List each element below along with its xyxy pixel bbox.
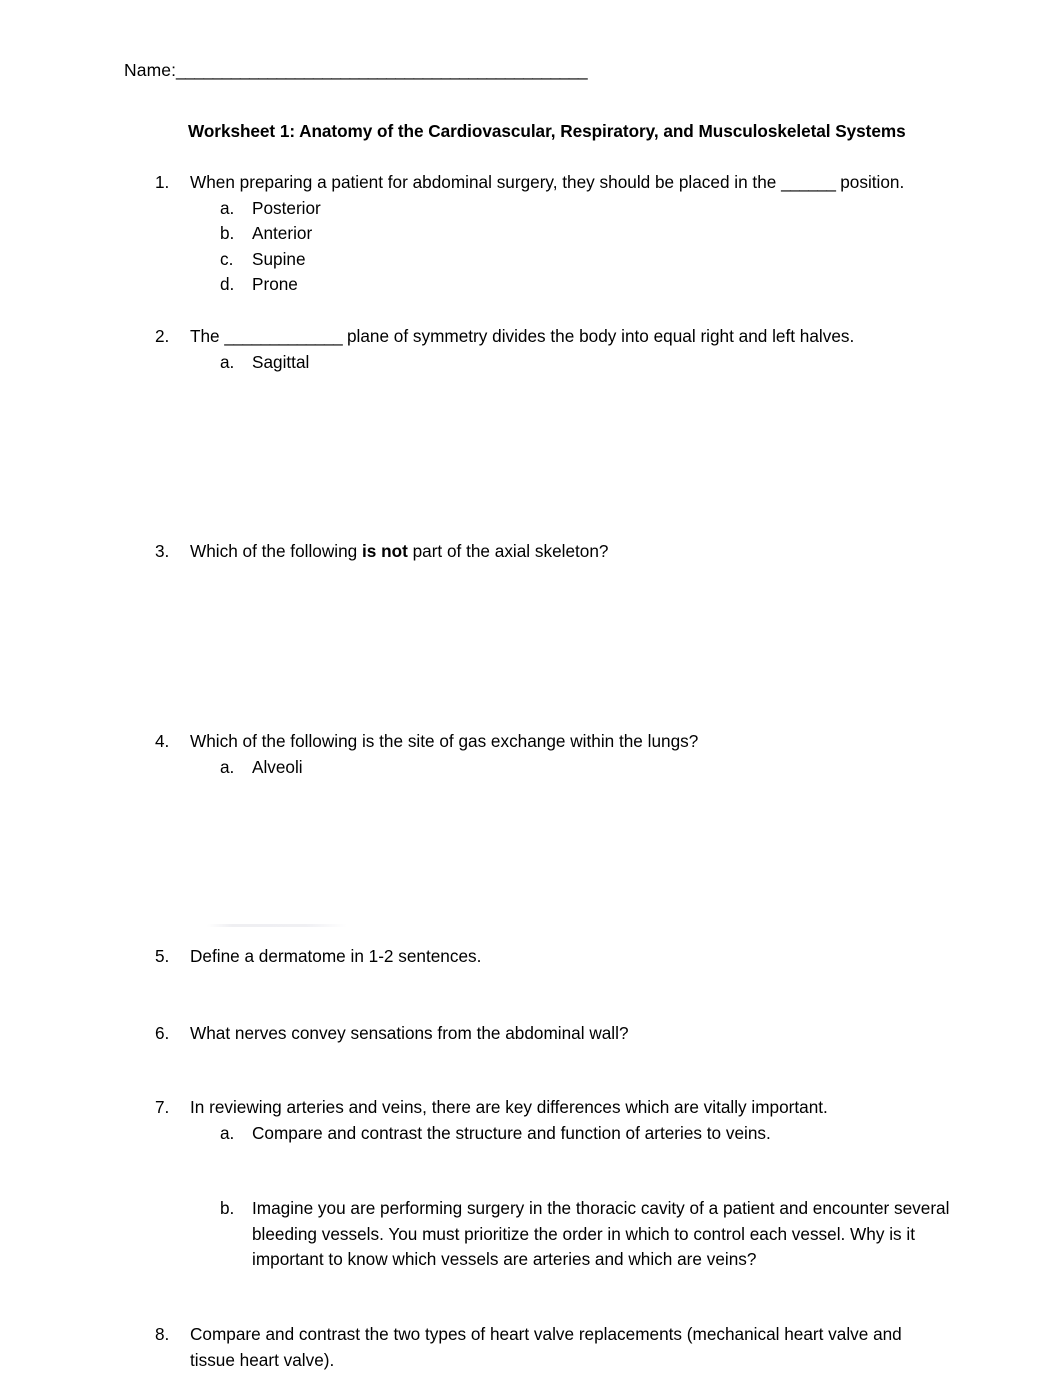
option-item: c. Supine — [155, 247, 945, 273]
option-label: Sagittal — [252, 351, 310, 372]
question-6: 6. What nerves convey sensations from th… — [155, 1021, 945, 1047]
question-6-number: 6. — [155, 1023, 170, 1043]
question-1-number: 1. — [155, 172, 170, 192]
option-item: b. Imagine you are performing surgery in… — [155, 1196, 952, 1273]
question-4: 4. Which of the following is the site of… — [155, 729, 945, 780]
question-8-row: 8. Compare and contrast the two types of… — [155, 1322, 940, 1373]
question-8-text: Compare and contrast the two types of he… — [190, 1324, 902, 1370]
question-2-blank: _____________ — [224, 326, 343, 346]
question-1-text: When preparing a patient for abdominal s… — [190, 170, 945, 196]
option-label: Imagine you are performing surgery in th… — [252, 1198, 950, 1269]
option-label: Compare and contrast the structure and f… — [252, 1122, 771, 1143]
option-marker: a. — [220, 351, 235, 372]
option-label: Anterior — [252, 223, 313, 243]
option-marker: a. — [220, 197, 235, 218]
question-4-text: Which of the following is the site of ga… — [190, 731, 699, 751]
option-marker: c. — [220, 248, 234, 269]
question-3-text: Which of the following is not part of th… — [190, 539, 945, 565]
question-2: 2. The _____________ plane of symmetry d… — [155, 324, 945, 375]
question-4-options: a. Alveoli — [155, 755, 945, 781]
option-item: b. Anterior — [155, 221, 945, 247]
question-2-row: 2. The _____________ plane of symmetry d… — [155, 324, 945, 350]
name-field-line: Name:___________________________________… — [124, 58, 588, 82]
question-7-options: a. Compare and contrast the structure an… — [155, 1121, 949, 1273]
option-item: a. Alveoli — [155, 755, 945, 781]
question-5-number: 5. — [155, 946, 170, 966]
name-blank-underline: ________________________________________… — [176, 60, 588, 80]
question-3-row: 3. Which of the following is not part of… — [155, 539, 945, 565]
question-2-options: a. Sagittal — [155, 350, 945, 376]
question-1-row: 1. When preparing a patient for abdomina… — [155, 170, 945, 196]
question-3: 3. Which of the following is not part of… — [155, 539, 945, 565]
question-5-text: Define a dermatome in 1-2 sentences. — [190, 946, 482, 966]
option-marker: b. — [220, 1198, 235, 1218]
question-2-text: The _____________ plane of symmetry divi… — [190, 324, 945, 350]
question-1: 1. When preparing a patient for abdomina… — [155, 170, 945, 298]
option-label: Prone — [252, 274, 298, 294]
question-1-text-before: When preparing a patient for abdominal s… — [190, 172, 782, 192]
question-4-number: 4. — [155, 731, 170, 751]
worksheet-page: Name:___________________________________… — [0, 0, 1062, 1377]
question-1-text-after: position. — [835, 172, 905, 192]
question-2-text-before: The — [190, 326, 225, 346]
question-5: 5. Define a dermatome in 1-2 sentences. — [155, 944, 945, 970]
option-item: a. Sagittal — [155, 350, 945, 376]
option-label: Supine — [252, 248, 306, 269]
question-4-row: 4. Which of the following is the site of… — [155, 729, 945, 755]
option-marker: d. — [220, 274, 235, 294]
question-3-number: 3. — [155, 541, 170, 561]
question-5-row: 5. Define a dermatome in 1-2 sentences. — [155, 944, 945, 970]
question-6-text: What nerves convey sensations from the a… — [190, 1023, 629, 1043]
question-7-row: 7. In reviewing arteries and veins, ther… — [155, 1095, 945, 1121]
option-marker: a. — [220, 1122, 235, 1143]
question-3-emphasis: is not — [361, 541, 408, 561]
question-2-number: 2. — [155, 326, 170, 346]
name-label: Name: — [124, 60, 177, 80]
option-item: d. Prone — [155, 272, 945, 298]
question-7-text: In reviewing arteries and veins, there a… — [190, 1097, 828, 1117]
option-marker: b. — [220, 223, 235, 243]
question-1-blank: ______ — [781, 172, 836, 192]
option-item: a. Posterior — [155, 196, 945, 222]
option-label: Posterior — [252, 197, 321, 218]
question-6-row: 6. What nerves convey sensations from th… — [155, 1021, 945, 1047]
question-3-text-part2: part of the axial skeleton? — [407, 541, 609, 561]
question-7: 7. In reviewing arteries and veins, ther… — [155, 1095, 949, 1273]
question-7-number: 7. — [155, 1097, 170, 1117]
option-label: Alveoli — [252, 756, 303, 777]
question-8-number: 8. — [155, 1324, 170, 1344]
page-title: Worksheet 1: Anatomy of the Cardiovascul… — [188, 121, 906, 141]
option-marker: a. — [220, 756, 235, 777]
scan-artifact-line — [207, 924, 347, 927]
question-1-options: a. Posterior b. Anterior c. Supine d. Pr… — [155, 196, 945, 298]
option-item: a. Compare and contrast the structure an… — [155, 1121, 952, 1147]
question-3-text-part1: Which of the following — [190, 541, 362, 561]
question-2-text-after: plane of symmetry divides the body into … — [342, 326, 855, 346]
question-8: 8. Compare and contrast the two types of… — [155, 1322, 940, 1373]
